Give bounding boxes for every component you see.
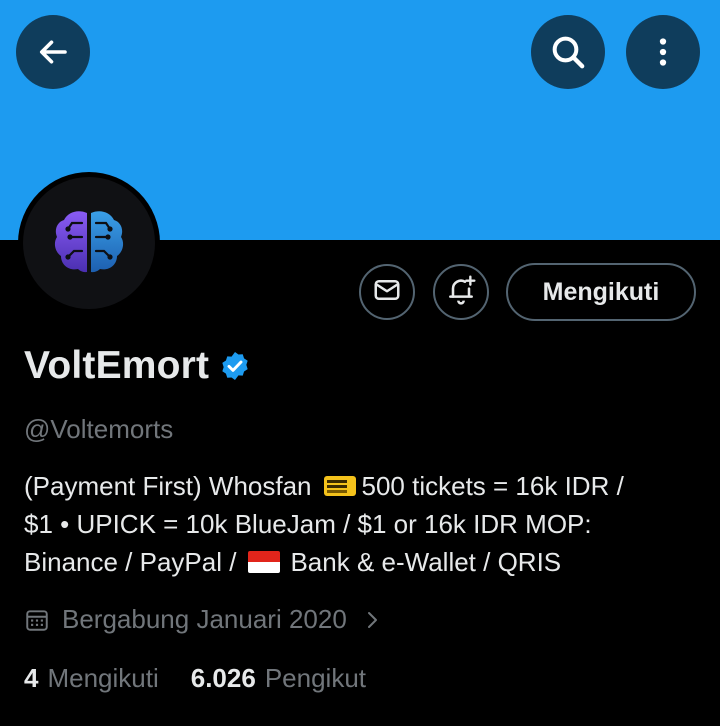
- bio-text: 500 tickets = 16k IDR /: [361, 471, 624, 501]
- bio-line: (Payment First) Whosfan 500 tickets = 16…: [24, 467, 704, 505]
- chevron-right-icon: [363, 608, 383, 632]
- followers-count[interactable]: 6.026: [191, 663, 256, 694]
- envelope-icon: [372, 275, 402, 310]
- search-icon: [548, 32, 588, 72]
- name-row: VoltEmort: [24, 344, 251, 388]
- bio-line: Binance / PayPal / Bank & e-Wallet / QRI…: [24, 543, 704, 581]
- follow-stats: 4 Mengikuti 6.026 Pengikut: [24, 663, 398, 694]
- avatar[interactable]: [23, 177, 155, 309]
- brain-circuit-icon: [52, 207, 126, 280]
- avatar-frame[interactable]: [18, 172, 160, 314]
- joined-date-row[interactable]: Bergabung Januari 2020: [24, 604, 383, 635]
- ticket-emoji-icon: [323, 476, 356, 496]
- joined-date: Bergabung Januari 2020: [62, 604, 347, 634]
- back-button[interactable]: [16, 15, 90, 89]
- bio-text: (Payment First) Whosfan: [24, 471, 312, 501]
- bio-line: $1 • UPICK = 10k BlueJam / $1 or 16k IDR…: [24, 505, 704, 543]
- display-name: VoltEmort: [24, 344, 210, 387]
- profile-bio: (Payment First) Whosfan 500 tickets = 16…: [24, 467, 704, 581]
- bio-text: Bank & e-Wallet / QRIS: [290, 547, 562, 577]
- user-handle: @Voltemorts: [24, 414, 174, 444]
- indonesia-flag-icon: [248, 551, 281, 573]
- bio-text: $1 • UPICK = 10k BlueJam / $1 or 16k IDR…: [24, 509, 592, 539]
- bio-text: Binance / PayPal /: [24, 547, 237, 577]
- following-count[interactable]: 4: [24, 663, 38, 694]
- more-vertical-icon: [645, 34, 681, 70]
- arrow-left-icon: [35, 34, 71, 70]
- followers-label[interactable]: Pengikut: [265, 663, 366, 694]
- following-button[interactable]: Mengikuti: [506, 263, 696, 321]
- calendar-icon: [24, 607, 50, 633]
- more-options-button[interactable]: [626, 15, 700, 89]
- bell-plus-icon: [445, 274, 477, 311]
- following-label[interactable]: Mengikuti: [47, 663, 158, 694]
- message-button[interactable]: [359, 264, 415, 320]
- search-button[interactable]: [531, 15, 605, 89]
- notifications-button[interactable]: [433, 264, 489, 320]
- verified-badge-icon[interactable]: [219, 350, 251, 382]
